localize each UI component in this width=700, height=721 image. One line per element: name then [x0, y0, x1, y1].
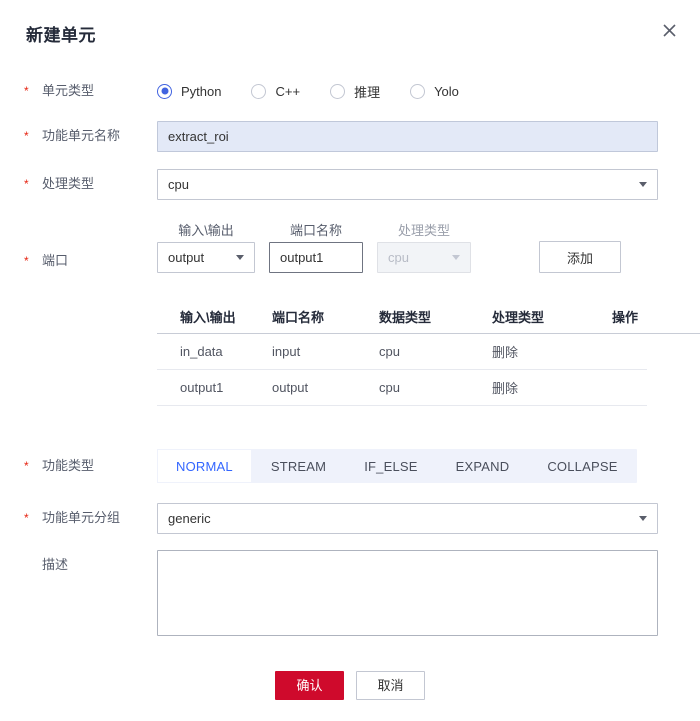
- cell-io: output1: [180, 380, 224, 395]
- radio-mark-icon: [330, 83, 346, 99]
- label-text: 单元类型: [42, 83, 95, 98]
- cell-datatype: cpu: [379, 344, 400, 359]
- radio-unit-type-yolo[interactable]: Yolo: [410, 83, 459, 99]
- add-port-button[interactable]: 添加: [539, 241, 621, 273]
- port-proc-select: cpu: [377, 242, 471, 273]
- form-row-process-type: * 处理类型 cpu: [0, 169, 700, 217]
- form-row-unit-group: * 功能单元分组 generic: [0, 503, 700, 550]
- form-row-func-type: * 功能类型 NORMAL STREAM IF_ELSE EXPAND COLL…: [0, 449, 700, 503]
- cell-name: output: [272, 380, 309, 395]
- select-value: cpu: [168, 177, 189, 192]
- chevron-down-icon: [639, 182, 647, 187]
- port-name-header: 端口名称: [289, 223, 342, 238]
- field-unit-type: Python C++ 推理 Yolo: [157, 76, 700, 106]
- required-marker: *: [24, 84, 29, 98]
- radio-label: C++: [275, 83, 301, 99]
- form-row-port-table: 输入\输出 端口名称 数据类型 处理类型 操作 in_data input cp…: [0, 299, 700, 449]
- page-title: 新建单元: [26, 26, 96, 45]
- radio-mark-icon: [251, 83, 267, 99]
- tab-expand[interactable]: EXPAND: [437, 449, 529, 483]
- port-add-row: 输入\输出 output 端口名称 处理类型 cpu: [157, 223, 700, 273]
- field-func-type: NORMAL STREAM IF_ELSE EXPAND COLLAPSE: [157, 449, 700, 483]
- radio-label: 推理: [354, 84, 381, 100]
- port-table: 输入\输出 端口名称 数据类型 处理类型 操作 in_data input cp…: [157, 299, 700, 406]
- port-io-header: 输入\输出: [178, 223, 234, 238]
- select-value: generic: [168, 511, 211, 526]
- confirm-button[interactable]: 确认: [275, 671, 344, 700]
- tab-stream[interactable]: STREAM: [252, 449, 345, 483]
- label-text: 处理类型: [42, 176, 95, 191]
- new-unit-form: * 单元类型 Python C++ 推理 Yolo * 功能单元名称 extra…: [0, 76, 700, 646]
- port-proc-header: 处理类型: [397, 223, 450, 238]
- chevron-down-icon: [639, 516, 647, 521]
- delete-port-link[interactable]: 删除: [492, 342, 612, 361]
- label-text: 描述: [42, 557, 69, 572]
- required-marker: *: [24, 459, 29, 473]
- port-io-select[interactable]: output: [157, 242, 255, 273]
- form-row-description: 描述: [0, 550, 700, 646]
- delete-port-link[interactable]: 删除: [492, 378, 612, 397]
- table-row-divider: [157, 405, 647, 406]
- close-icon[interactable]: [658, 19, 680, 41]
- column-header-action: 操作: [612, 309, 639, 325]
- radio-group-unit-type: Python C++ 推理 Yolo: [157, 76, 700, 106]
- required-marker: *: [24, 177, 29, 191]
- radio-label: Python: [181, 83, 222, 99]
- required-marker: *: [24, 254, 29, 268]
- form-row-port: * 端口 输入\输出 output 端口名称 output1 处理类型 cpu …: [0, 223, 700, 283]
- unit-name-input[interactable]: [157, 121, 658, 152]
- radio-mark-icon: [410, 83, 426, 99]
- tab-normal[interactable]: NORMAL: [157, 449, 252, 483]
- form-row-unit-type: * 单元类型 Python C++ 推理 Yolo: [0, 76, 700, 110]
- select-value: cpu: [388, 250, 409, 265]
- table-header-row: 输入\输出 端口名称 数据类型 处理类型 操作: [157, 299, 700, 333]
- radio-label: Yolo: [434, 83, 459, 99]
- table-row: in_data input cpu 删除: [157, 334, 700, 369]
- port-name-input[interactable]: [269, 242, 363, 273]
- new-unit-dialog: 新建单元 * 单元类型 Python C++ 推理 Yolo * 功能单元名称 …: [0, 0, 700, 721]
- cell-name: input: [272, 344, 301, 359]
- chevron-down-icon: [236, 255, 244, 260]
- description-textarea[interactable]: [157, 550, 658, 636]
- form-row-unit-name: * 功能单元名称: [0, 121, 700, 169]
- field-process-type: cpu: [157, 169, 700, 200]
- cell-io: in_data: [180, 344, 223, 359]
- label-text: 功能类型: [42, 458, 95, 473]
- cell-datatype: cpu: [379, 380, 400, 395]
- field-description: [157, 550, 700, 639]
- func-type-tabs: NORMAL STREAM IF_ELSE EXPAND COLLAPSE: [157, 449, 637, 483]
- field-unit-group: generic: [157, 503, 700, 534]
- column-header-proctype: 处理类型: [492, 309, 545, 325]
- port-proc-col: 处理类型 cpu: [377, 223, 471, 273]
- process-type-select[interactable]: cpu: [157, 169, 658, 200]
- column-header-io: 输入\输出: [180, 309, 236, 325]
- required-marker: *: [24, 511, 29, 525]
- column-header-name: 端口名称: [272, 309, 325, 325]
- field-unit-name: [157, 121, 700, 152]
- field-port-add: 输入\输出 output 端口名称 处理类型 cpu: [157, 223, 700, 273]
- chevron-down-icon: [452, 255, 460, 260]
- column-header-datatype: 数据类型: [379, 309, 432, 325]
- select-value: output: [168, 250, 205, 265]
- radio-mark-icon: [157, 83, 172, 99]
- dialog-footer: 确认 取消: [0, 671, 700, 700]
- label-text: 功能单元分组: [42, 510, 121, 525]
- cancel-button[interactable]: 取消: [356, 671, 425, 700]
- tab-if-else[interactable]: IF_ELSE: [345, 449, 436, 483]
- port-io-col: 输入\输出 output: [157, 223, 255, 273]
- field-port-table: 输入\输出 端口名称 数据类型 处理类型 操作 in_data input cp…: [157, 299, 700, 449]
- radio-unit-type-cpp[interactable]: C++: [251, 83, 301, 99]
- tab-collapse[interactable]: COLLAPSE: [528, 449, 636, 483]
- unit-group-select[interactable]: generic: [157, 503, 658, 534]
- radio-unit-type-python[interactable]: Python: [157, 83, 222, 99]
- required-marker: *: [24, 129, 29, 143]
- label-text: 端口: [42, 253, 69, 268]
- radio-unit-type-inference[interactable]: 推理: [330, 82, 380, 101]
- label-text: 功能单元名称: [42, 128, 121, 143]
- table-row: output1 output cpu 删除: [157, 370, 700, 405]
- port-name-col: 端口名称: [269, 223, 363, 273]
